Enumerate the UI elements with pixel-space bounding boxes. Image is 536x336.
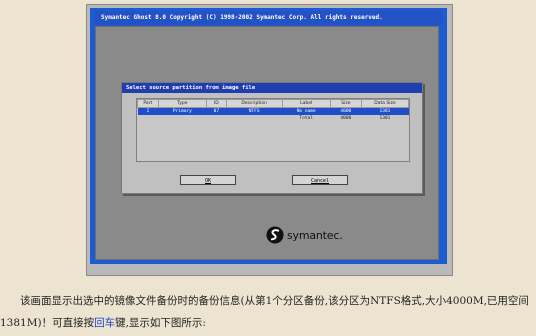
screenshot-frame: Symantec Ghost 8.0 Copyright (C) 1998-20… (86, 4, 453, 276)
caption-line-2-prefix: 1381M)！可直接按 (0, 317, 95, 329)
ok-button[interactable]: OK (180, 175, 236, 185)
ghost-title-bar: Symantec Ghost 8.0 Copyright (C) 1998-20… (95, 11, 442, 25)
ghost-window: Symantec Ghost 8.0 Copyright (C) 1998-20… (90, 8, 447, 264)
cell-data-size: 1381 (361, 107, 409, 115)
col-label: Label (281, 99, 331, 108)
cell-id: 07 (206, 107, 227, 115)
total-data-size: 1381 (379, 116, 391, 121)
col-type: Type (157, 99, 207, 108)
cancel-button-label: Cancel (310, 178, 330, 184)
cancel-button[interactable]: Cancel (292, 175, 348, 185)
cell-type: Primary (158, 107, 207, 115)
partition-table: Part Type ID Description Label Size Data… (136, 98, 410, 162)
caption-line-2-suffix: 键,显示如下图所示: (115, 317, 206, 329)
symantec-logo: symantec. (266, 225, 343, 245)
dialog-title: Select source partition from image file (122, 83, 422, 93)
cell-part: 1 (137, 107, 159, 115)
ok-button-label: OK (204, 178, 212, 184)
total-label: Total (299, 116, 313, 121)
caption-line-2: 1381M)！可直接按回车键,显示如下图所示: (0, 310, 206, 336)
col-size: Size (329, 99, 362, 108)
col-description: Description (225, 99, 283, 108)
col-id: ID (205, 99, 227, 108)
col-part: Part (137, 99, 159, 108)
ghost-workspace: Select source partition from image file … (95, 26, 439, 260)
select-partition-dialog: Select source partition from image file … (121, 82, 423, 194)
symantec-logo-text: symantec. (287, 228, 343, 242)
symantec-logo-icon (266, 226, 284, 244)
col-data-size: Data Size (360, 99, 410, 108)
cell-description: NTFS (226, 107, 283, 115)
enter-key-text: 回车 (94, 317, 116, 329)
table-row[interactable]: 1 Primary 07 NTFS No name 4000 1381 (137, 107, 409, 115)
cell-label: No name (282, 107, 331, 115)
cell-size: 4000 (330, 107, 362, 115)
total-row: Total 4000 1381 (138, 115, 409, 122)
total-size: 4000 (340, 116, 352, 121)
